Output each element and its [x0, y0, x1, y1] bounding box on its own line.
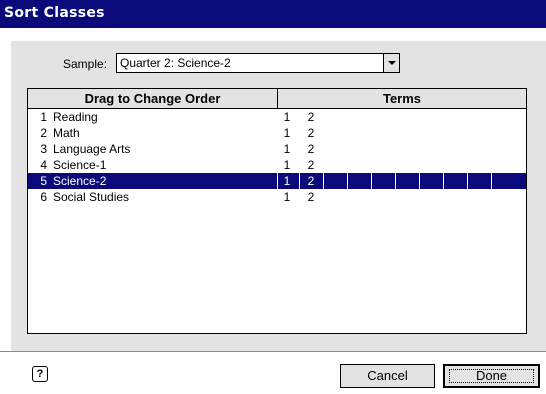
- cell-divider: [491, 173, 492, 189]
- term-1: 1: [283, 126, 291, 140]
- class-name: Social Studies: [53, 190, 130, 204]
- class-name: Science-1: [53, 158, 107, 172]
- cell-divider: [371, 173, 372, 189]
- cell-divider: [395, 173, 396, 189]
- cell-divider: [347, 173, 348, 189]
- cancel-button[interactable]: Cancel: [340, 364, 435, 388]
- term-1: 1: [283, 174, 291, 188]
- cell-divider: [323, 173, 324, 189]
- question-icon: ?: [36, 368, 44, 380]
- chevron-down-icon: [388, 61, 396, 65]
- cell-divider: [277, 173, 278, 189]
- sample-selected-value: Quarter 2: Science-2: [120, 56, 231, 70]
- term-2: 2: [307, 142, 315, 156]
- row-number: 3: [40, 142, 47, 156]
- term-2: 2: [307, 110, 315, 124]
- row-number: 4: [40, 158, 47, 172]
- row-number: 1: [40, 110, 47, 124]
- term-1: 1: [283, 190, 291, 204]
- class-name: Science-2: [53, 174, 107, 188]
- sample-label: Sample:: [63, 57, 108, 71]
- class-name: Reading: [53, 110, 98, 124]
- sort-classes-dialog: Sort Classes Sample: Quarter 2: Science-…: [0, 0, 546, 394]
- term-2: 2: [307, 190, 315, 204]
- cell-divider: [467, 173, 468, 189]
- done-button-label: Done: [449, 369, 534, 383]
- cell-divider: [443, 173, 444, 189]
- list-item[interactable]: 4 Science-1 1 2: [28, 157, 526, 173]
- class-name: Language Arts: [53, 142, 131, 156]
- cell-divider: [299, 173, 300, 189]
- row-number: 6: [40, 190, 47, 204]
- footer-divider: [0, 351, 546, 352]
- sample-dropdown[interactable]: Quarter 2: Science-2: [116, 53, 400, 73]
- class-order-list[interactable]: Drag to Change Order Terms 1 Reading 1 2…: [27, 88, 527, 334]
- row-number: 5: [40, 174, 47, 188]
- list-item[interactable]: 1 Reading 1 2: [28, 109, 526, 125]
- help-button[interactable]: ?: [32, 366, 48, 382]
- term-1: 1: [283, 142, 291, 156]
- done-button[interactable]: Done: [443, 364, 540, 388]
- window-title: Sort Classes: [4, 5, 105, 21]
- term-2: 2: [307, 174, 315, 188]
- class-name: Math: [53, 126, 80, 140]
- term-1: 1: [283, 110, 291, 124]
- list-item[interactable]: 6 Social Studies 1 2: [28, 189, 526, 205]
- cell-divider: [419, 173, 420, 189]
- list-item[interactable]: 3 Language Arts 1 2: [28, 141, 526, 157]
- list-item[interactable]: 2 Math 1 2: [28, 125, 526, 141]
- term-2: 2: [307, 158, 315, 172]
- dropdown-arrow-button[interactable]: [383, 54, 399, 72]
- column-header-order[interactable]: Drag to Change Order: [28, 89, 278, 109]
- term-2: 2: [307, 126, 315, 140]
- row-number: 2: [40, 126, 47, 140]
- term-1: 1: [283, 158, 291, 172]
- title-bar[interactable]: Sort Classes: [0, 0, 546, 28]
- list-item-selected[interactable]: 5 Science-2 1 2: [28, 173, 526, 189]
- column-header-terms[interactable]: Terms: [278, 89, 526, 109]
